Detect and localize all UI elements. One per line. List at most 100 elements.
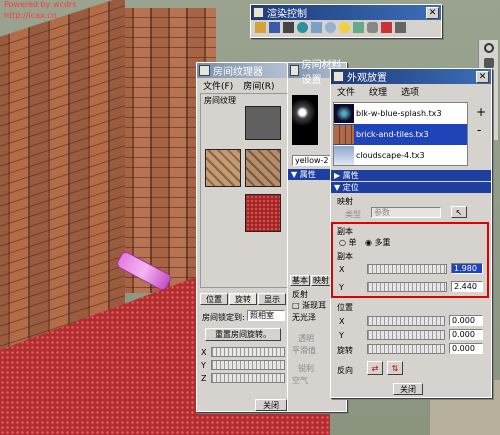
sphere-icon[interactable] [325,22,336,33]
texture-file-list[interactable]: blk-w-blue-splash.tx3 brick-and-tiles.tx… [333,102,468,166]
hand-icon[interactable] [483,58,494,68]
sharp-label: 锐利 [298,364,314,373]
watermark-line2: http://icax.cn [4,11,57,20]
watermark-line1: Powered by wcdrs [4,0,77,9]
texture-swatch-tan-left[interactable] [205,149,241,187]
transparent-label: 透明 [298,334,314,343]
axis-y-label: Y [201,361,206,370]
pick-button[interactable]: ↖ [451,206,467,218]
flip-v-icon: ⇅ [391,363,399,373]
rotate-slider[interactable] [367,344,445,354]
menu-options[interactable]: 选项 [401,85,419,98]
room-texture-tabs: 位置 旋转 显示 [200,293,286,305]
bulb-icon[interactable] [339,22,350,33]
room-texture-title: 房间纹理器 [213,67,263,78]
axis-z-label: Z [201,374,207,383]
menu-file[interactable]: 文件(F) [203,79,233,92]
pos-x-input[interactable]: 0.000 [449,315,483,326]
texture-swatch-red[interactable] [245,194,281,232]
pos-x-slider[interactable] [367,316,445,326]
brick-tiles-thumb [334,125,354,144]
smooth-label: 平滑值 [292,346,316,355]
menu-room[interactable]: 房间(R) [243,79,274,92]
camera-icon[interactable] [283,22,294,33]
reset-rotation-button[interactable]: 重置房间旋转。 [205,328,281,341]
blue-splash-thumb [334,104,354,123]
file-item[interactable]: cloudscape-4.tx3 [334,145,467,166]
render-icon[interactable] [381,22,392,33]
pos-y-label: Y [339,331,344,340]
menu-texture[interactable]: 纹理 [369,85,387,98]
folder-icon[interactable] [255,22,266,33]
lock-select[interactable]: 照相室 [247,310,285,321]
room-texture-close-button[interactable]: 关闭 [255,399,287,411]
search-icon[interactable] [483,43,494,53]
highlight-box [331,222,489,298]
room-texture-group: 房间纹理 [200,93,290,288]
room-texture-titlebar[interactable]: 房间纹理器 [197,63,289,78]
pos-x-label: X [339,317,345,326]
appearance-titlebar[interactable]: 外观放置 ✕ [331,69,491,84]
lock-label: 房间锁定到: [202,313,245,322]
save-icon[interactable] [269,22,280,33]
appearance-title: 外观放置 [347,73,387,84]
axis-y-slider[interactable] [211,360,285,370]
window-icon [253,7,264,18]
grid-icon[interactable] [395,22,406,33]
tab-mapping[interactable]: 映射 [311,275,331,286]
close-icon[interactable]: ✕ [476,70,489,83]
type-select[interactable]: 参数 [371,207,441,218]
material-field[interactable]: yellow-2 [292,155,332,166]
tab-basic[interactable]: 基本 [290,275,310,286]
tab-rotate[interactable]: 旋转 [229,293,257,305]
flip-horizontal-button[interactable]: ⇄ [367,361,383,375]
position-label: 位置 [337,303,353,312]
material-tabs: 基本 映射 [290,275,331,286]
triangle-down-icon: ▼ [334,183,343,192]
room-texture-window: 房间纹理器 文件(F) 房间(R) 房间纹理 位置 旋转 显示 房间锁定到: 照… [196,62,290,412]
cube-icon[interactable] [311,22,322,33]
texture-swatch-blank[interactable] [245,106,281,140]
axis-x-slider[interactable] [211,347,285,357]
remove-file-button[interactable]: - [477,123,481,137]
reflect-label: 反射 [292,290,308,299]
reverse-label: 反向 [337,366,353,375]
tab-display[interactable]: 显示 [258,293,286,305]
render-control-titlebar[interactable]: 渲染控制 ✕ [251,5,441,20]
axis-x-label: X [201,348,207,357]
eye-icon[interactable] [353,22,364,33]
rotate-input[interactable]: 0.000 [449,343,483,354]
material-preview[interactable] [292,95,318,145]
add-file-button[interactable]: + [476,105,486,119]
texture-swatch-tan-right[interactable] [245,149,281,187]
group-label: 房间纹理 [204,96,236,105]
appearance-close-button[interactable]: 关闭 [393,383,423,395]
triangle-down-icon: ▼ [291,170,300,179]
rotate-label: 旋转 [337,346,353,355]
mapping-label: 映射 [337,197,353,206]
triangle-right-icon: ▶ [334,171,343,180]
axis-z-slider[interactable] [211,373,285,383]
globe-icon[interactable] [297,22,308,33]
flip-vertical-button[interactable]: ⇅ [387,361,403,375]
attr-section[interactable]: ▶ 属性 [331,170,491,181]
render-control-title: 渲染控制 [267,9,307,20]
file-item[interactable]: blk-w-blue-splash.tx3 [334,103,467,124]
window-icon [333,71,344,82]
pos-y-input[interactable]: 0.000 [449,329,483,340]
render-toolbar-icons [251,20,441,35]
tab-position[interactable]: 位置 [200,293,228,305]
gear-icon[interactable] [367,22,378,33]
window-icon [290,65,299,76]
flip-h-icon: ⇄ [371,363,379,373]
close-icon[interactable]: ✕ [426,6,439,19]
position-section[interactable]: ▼ 定位 [331,182,491,193]
air-label: 空气 [292,376,308,385]
fade-checkbox-label[interactable]: □ 渐现耳 [292,300,326,311]
menu-file[interactable]: 文件 [337,85,355,98]
pos-y-slider[interactable] [367,330,445,340]
cursor-icon: ↖ [455,207,463,217]
window-icon [199,65,210,76]
file-item-selected[interactable]: brick-and-tiles.tx3 [334,124,467,145]
cloudscape-thumb [334,146,354,165]
